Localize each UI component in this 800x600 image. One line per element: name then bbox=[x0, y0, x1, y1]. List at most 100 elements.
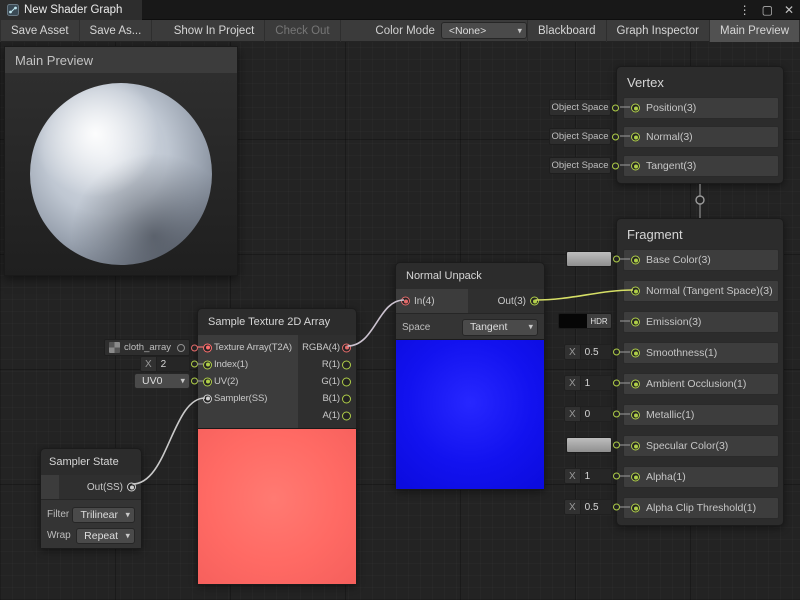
fragment-row-ambient-occlusion[interactable]: Ambient Occlusion(1) bbox=[623, 373, 779, 395]
window-menu-icon[interactable]: ⋮ bbox=[739, 0, 751, 20]
fragment-row-smoothness[interactable]: Smoothness(1) bbox=[623, 342, 779, 364]
main-preview-header[interactable]: Main Preview bbox=[5, 47, 237, 73]
rgba-output-port[interactable] bbox=[342, 343, 351, 352]
g-output-row[interactable]: G(1) bbox=[298, 373, 356, 390]
graph-inspector-toggle-button[interactable]: Graph Inspector bbox=[607, 20, 710, 42]
chip-output-dot[interactable] bbox=[613, 256, 620, 263]
chip-output-dot[interactable] bbox=[191, 361, 198, 368]
fragment-row-alpha[interactable]: Alpha(1) bbox=[623, 466, 779, 488]
close-icon[interactable]: ✕ bbox=[784, 0, 794, 20]
chip-output-dot[interactable] bbox=[613, 473, 620, 480]
r-output-port[interactable] bbox=[342, 360, 351, 369]
fragment-row-metallic[interactable]: Metallic(1) bbox=[623, 404, 779, 426]
chip-output-dot[interactable] bbox=[613, 442, 620, 449]
b-output-row[interactable]: B(1) bbox=[298, 390, 356, 407]
metallic-float-field[interactable]: X 0 bbox=[564, 406, 612, 422]
chip-output-dot[interactable] bbox=[613, 380, 620, 387]
texture-array-input-port[interactable] bbox=[203, 343, 212, 352]
alpha-input-port[interactable] bbox=[631, 473, 640, 482]
uv-input-port[interactable] bbox=[203, 377, 212, 386]
tangent-space-chip[interactable]: Object Space bbox=[549, 157, 611, 174]
chip-output-dot[interactable] bbox=[612, 162, 619, 169]
position-input-port[interactable] bbox=[631, 104, 640, 113]
chip-output-dot[interactable] bbox=[191, 378, 198, 385]
smoothness-float-field[interactable]: X 0.5 bbox=[564, 344, 612, 360]
metallic-input-port[interactable] bbox=[631, 411, 640, 420]
rgba-output-row[interactable]: RGBA(4) bbox=[298, 339, 356, 356]
base-color-swatch[interactable] bbox=[566, 251, 612, 267]
filter-dropdown[interactable]: Trilinear bbox=[72, 507, 135, 523]
fragment-row-specular-color[interactable]: Specular Color(3) bbox=[623, 435, 779, 457]
space-dropdown[interactable]: Tangent bbox=[462, 319, 538, 336]
vertex-row-tangent[interactable]: Tangent(3) bbox=[623, 155, 779, 177]
index-input-row[interactable]: Index(1) bbox=[198, 356, 298, 373]
index-float-field[interactable]: X 2 bbox=[140, 356, 190, 372]
vertex-row-position[interactable]: Position(3) bbox=[623, 97, 779, 119]
sampler-state-node[interactable]: Sampler State Out(SS) Filter Trilinear W… bbox=[40, 448, 142, 549]
show-in-project-button[interactable]: Show In Project bbox=[164, 20, 266, 42]
fragment-row-alpha-clip-threshold[interactable]: Alpha Clip Threshold(1) bbox=[623, 497, 779, 519]
g-output-port[interactable] bbox=[342, 377, 351, 386]
toolbar: Save Asset Save As... Show In Project Ch… bbox=[0, 20, 800, 42]
sampler-state-out-port[interactable] bbox=[127, 483, 136, 492]
uv-channel-dropdown[interactable]: UV0 bbox=[134, 373, 190, 389]
save-asset-button[interactable]: Save Asset bbox=[0, 20, 80, 42]
uv-input-row[interactable]: UV(2) bbox=[198, 373, 298, 390]
normal-input-port[interactable] bbox=[631, 133, 640, 142]
chip-output-dot[interactable] bbox=[612, 133, 619, 140]
base-color-input-port[interactable] bbox=[631, 256, 640, 265]
alpha-clip-threshold-float-field[interactable]: X 0.5 bbox=[564, 499, 612, 515]
a-output-row[interactable]: A(1) bbox=[298, 407, 356, 424]
index-input-port[interactable] bbox=[203, 360, 212, 369]
sampler-input-port[interactable] bbox=[203, 394, 212, 403]
normal-unpack-out-port[interactable] bbox=[530, 297, 539, 306]
fragment-row-base-color[interactable]: Base Color(3) bbox=[623, 249, 779, 271]
chip-output-dot[interactable] bbox=[613, 504, 620, 511]
window-tab[interactable]: New Shader Graph bbox=[0, 0, 142, 20]
normal-unpack-node[interactable]: Normal Unpack In(4) Out(3) Space Tangent bbox=[395, 262, 545, 490]
texture-array-preview bbox=[198, 428, 356, 584]
object-picker-icon[interactable] bbox=[177, 344, 185, 352]
shaded-sphere-preview bbox=[30, 83, 212, 265]
normal-space-chip[interactable]: Object Space bbox=[549, 128, 611, 145]
wrap-dropdown[interactable]: Repeat bbox=[76, 528, 135, 544]
texture-array-input-row[interactable]: Texture Array(T2A) bbox=[198, 339, 298, 356]
vertex-context-node[interactable]: Vertex Position(3) Normal(3) Tangent(3) bbox=[616, 66, 784, 184]
chip-output-dot[interactable] bbox=[613, 411, 620, 418]
chip-output-dot[interactable] bbox=[191, 344, 198, 351]
alpha-clip-threshold-input-port[interactable] bbox=[631, 504, 640, 513]
chip-output-dot[interactable] bbox=[613, 349, 620, 356]
main-preview-toggle-button[interactable]: Main Preview bbox=[710, 20, 800, 42]
specular-color-input-port[interactable] bbox=[631, 442, 640, 451]
fragment-context-node[interactable]: Fragment Base Color(3) Normal (Tangent S… bbox=[616, 218, 784, 526]
color-mode-dropdown[interactable]: <None> bbox=[441, 22, 527, 39]
vertex-row-normal[interactable]: Normal(3) bbox=[623, 126, 779, 148]
shader-graph-icon bbox=[7, 4, 19, 16]
sampler-input-row[interactable]: Sampler(SS) bbox=[198, 390, 298, 407]
maximize-icon[interactable]: ▢ bbox=[762, 0, 773, 20]
smoothness-input-port[interactable] bbox=[631, 349, 640, 358]
a-output-port[interactable] bbox=[342, 411, 351, 420]
blackboard-toggle-button[interactable]: Blackboard bbox=[527, 20, 607, 42]
sample-texture-2d-array-node[interactable]: Sample Texture 2D Array Texture Array(T2… bbox=[197, 308, 357, 585]
ambient-occlusion-float-field[interactable]: X 1 bbox=[564, 375, 612, 391]
b-output-port[interactable] bbox=[342, 394, 351, 403]
normal-tangent-space-input-port[interactable] bbox=[631, 287, 640, 296]
position-space-chip[interactable]: Object Space bbox=[549, 99, 611, 116]
window-title: New Shader Graph bbox=[24, 4, 122, 16]
fragment-row-emission[interactable]: Emission(3) bbox=[623, 311, 779, 333]
main-preview-panel[interactable]: Main Preview bbox=[4, 46, 238, 276]
chip-output-dot[interactable] bbox=[612, 104, 619, 111]
emission-color-swatch[interactable] bbox=[559, 314, 587, 328]
fragment-row-normal-ts[interactable]: Normal (Tangent Space)(3) bbox=[623, 280, 779, 302]
ambient-occlusion-input-port[interactable] bbox=[631, 380, 640, 389]
save-as-button[interactable]: Save As... bbox=[80, 20, 153, 42]
emission-input-port[interactable] bbox=[631, 318, 640, 327]
texture-array-object-field[interactable]: cloth_array bbox=[104, 339, 190, 356]
normal-unpack-in-port[interactable] bbox=[401, 297, 410, 306]
alpha-float-field[interactable]: X 1 bbox=[564, 468, 612, 484]
r-output-row[interactable]: R(1) bbox=[298, 356, 356, 373]
emission-hdr-color-field[interactable]: HDR bbox=[558, 313, 612, 329]
specular-color-swatch[interactable] bbox=[566, 437, 612, 453]
tangent-input-port[interactable] bbox=[631, 162, 640, 171]
